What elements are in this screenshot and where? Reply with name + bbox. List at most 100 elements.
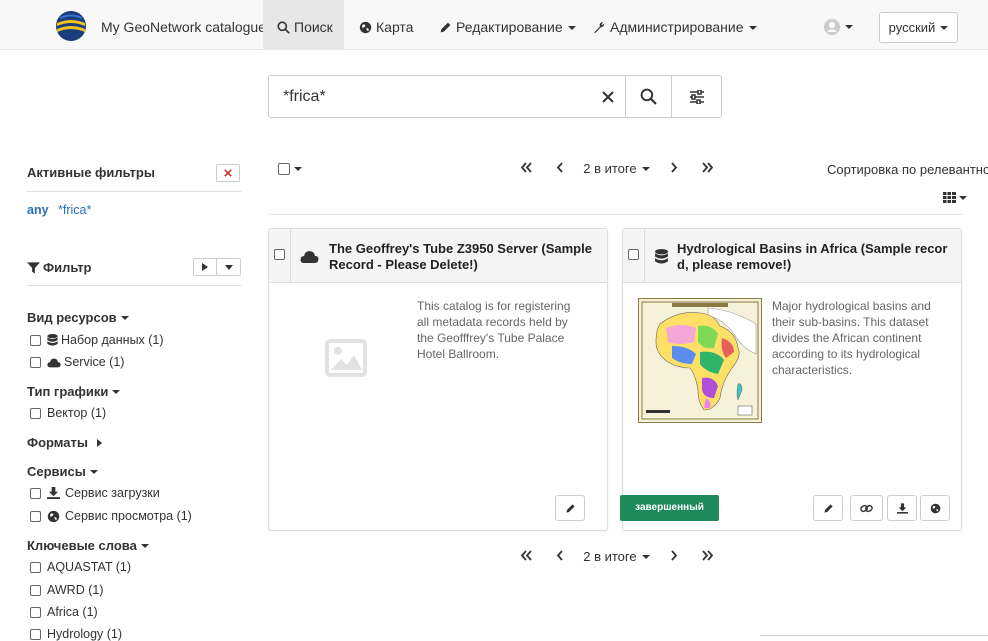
active-filter-any[interactable]: any (27, 203, 49, 217)
facet-keywords[interactable]: Ключевые слова (27, 538, 149, 553)
chevron-down-icon (567, 26, 576, 30)
filter-title: Фильтр (43, 260, 92, 275)
edit-button[interactable] (813, 495, 843, 521)
database-icon (47, 334, 58, 346)
select-checkbox[interactable] (274, 249, 285, 260)
pagination-top: 2 в итоге (520, 161, 721, 176)
chevron-right-icon (671, 162, 678, 173)
search-button[interactable] (626, 76, 671, 117)
facet-resource-type[interactable]: Вид ресурсов (27, 310, 129, 325)
result-card[interactable]: The Geoffrey's Tube Z3950 Server (Sample… (268, 228, 608, 531)
pagination-bottom: 2 в итоге (520, 549, 721, 564)
facet-graphic-type[interactable]: Тип графики (27, 384, 121, 399)
facet-item-keyword[interactable]: AWRD (1) (30, 583, 103, 597)
next-page-button[interactable] (671, 549, 695, 564)
clear-filters-button[interactable] (216, 164, 240, 182)
close-icon (602, 90, 614, 103)
pencil-icon (823, 503, 833, 513)
chevron-down-icon (120, 316, 129, 320)
nav-map-label: Карта (376, 19, 414, 35)
facet-item-download-service[interactable]: Сервис загрузки (30, 486, 160, 500)
facet-item-vector[interactable]: Вектор (1) (30, 406, 106, 420)
caret-right-icon (202, 263, 208, 271)
double-chevron-left-icon (520, 550, 532, 561)
card-title[interactable]: The Geoffrey's Tube Z3950 Server (Sample… (329, 241, 592, 273)
expand-filters-button[interactable] (193, 258, 217, 276)
card-title[interactable]: Hydrological Basins in Africa (Sample re… (677, 241, 947, 273)
sort-dropdown[interactable]: Сортировка по релевантности (827, 162, 988, 177)
top-navbar: My GeoNetwork catalogue Поиск Карта Реда… (0, 0, 988, 50)
facet-item-keyword[interactable]: AQUASTAT (1) (30, 560, 131, 574)
chevron-down-icon (845, 25, 853, 29)
avatar-icon (824, 19, 840, 35)
page-total-dropdown[interactable]: 2 в итоге (583, 161, 650, 176)
nav-map[interactable]: Карта (359, 0, 413, 50)
next-page-button[interactable] (671, 161, 695, 176)
card-header: Hydrological Basins in Africa (Sample re… (623, 229, 961, 283)
facet-formats[interactable]: Форматы (27, 435, 102, 450)
download-button[interactable] (887, 495, 917, 521)
globe-icon (47, 510, 60, 522)
checkbox[interactable] (278, 163, 290, 175)
facet-item-dataset[interactable]: Набор данных (1) (30, 333, 164, 347)
checkbox[interactable] (30, 561, 41, 573)
search-icon (640, 88, 657, 105)
geonetwork-logo-icon[interactable] (55, 10, 87, 42)
last-page-button[interactable] (701, 549, 721, 564)
globe-icon (930, 503, 940, 513)
checkbox[interactable] (30, 487, 41, 499)
active-filter-query[interactable]: *frica* (58, 203, 91, 217)
cloud-icon (47, 358, 61, 367)
facet-item-service[interactable]: Service (1) (30, 355, 124, 369)
pencil-icon (565, 503, 575, 513)
filter-heading: Фильтр (27, 260, 92, 275)
select-all-dropdown[interactable] (278, 163, 302, 175)
brand-title[interactable]: My GeoNetwork catalogue (101, 19, 266, 35)
checkbox[interactable] (30, 628, 41, 640)
cloud-icon (300, 251, 319, 263)
prev-page-button[interactable] (556, 161, 580, 176)
sliders-icon (690, 89, 704, 104)
select-checkbox[interactable] (628, 249, 639, 260)
checkbox[interactable] (30, 606, 41, 618)
checkbox[interactable] (30, 407, 41, 419)
checkbox[interactable] (30, 334, 41, 346)
language-label: русский (888, 20, 936, 35)
checkbox[interactable] (30, 584, 41, 596)
view-map-button[interactable] (920, 495, 950, 521)
page-total-dropdown[interactable]: 2 в итоге (583, 549, 650, 564)
last-page-button[interactable] (701, 161, 721, 176)
prev-page-button[interactable] (556, 549, 580, 564)
filter-options-dropdown[interactable] (216, 258, 241, 276)
search-bar: *frica* (268, 75, 722, 118)
first-page-button[interactable] (520, 549, 540, 564)
result-card[interactable]: Hydrological Basins in Africa (Sample re… (622, 228, 962, 531)
chevron-down-icon (112, 390, 121, 394)
nav-search[interactable]: Поиск (263, 0, 344, 50)
facet-item-view-service[interactable]: Сервис просмотра (1) (30, 509, 192, 523)
caret-right-icon (96, 439, 102, 447)
clear-search-button[interactable] (591, 76, 625, 117)
layout-toggle[interactable] (943, 192, 967, 203)
advanced-search-button[interactable] (672, 76, 722, 117)
links-button[interactable] (850, 495, 883, 521)
nav-edit[interactable]: Редактирование (439, 0, 576, 50)
facet-item-keyword[interactable]: Africa (1) (30, 605, 98, 619)
language-dropdown[interactable]: русский (879, 12, 958, 43)
image-placeholder-icon (325, 339, 367, 377)
checkbox[interactable] (30, 356, 41, 368)
checkbox[interactable] (30, 510, 41, 522)
card-description: Major hydrological basins and their sub-b… (772, 299, 931, 377)
chevron-left-icon (556, 162, 563, 173)
edit-button[interactable] (555, 495, 585, 521)
user-menu[interactable] (824, 19, 854, 35)
africa-map-thumbnail[interactable] (638, 298, 762, 423)
chevron-down-icon (748, 26, 757, 30)
first-page-button[interactable] (520, 161, 540, 176)
grid-icon (943, 192, 956, 203)
search-input[interactable]: *frica* (283, 88, 326, 106)
nav-admin[interactable]: Администрирование (592, 0, 757, 50)
chevron-down-icon (294, 167, 302, 171)
facet-item-keyword[interactable]: Hydrology (1) (30, 627, 122, 641)
facet-services[interactable]: Сервисы (27, 464, 98, 479)
